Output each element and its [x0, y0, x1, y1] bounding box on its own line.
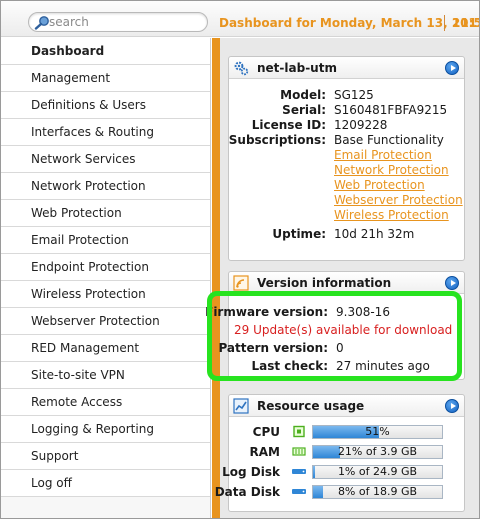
- app-window: Dashboard for Monday, March 13, 2017 11:…: [0, 0, 480, 519]
- log-disk-usage-bar: 1% of 24.9 GB: [312, 465, 443, 479]
- last-check-value: 27 minutes ago: [336, 359, 430, 373]
- resource-panel-header: Resource usage: [229, 395, 464, 417]
- data-disk-usage-bar: 8% of 18.9 GB: [312, 485, 443, 499]
- model-value: SG125: [334, 88, 374, 102]
- sidebar-item-endpoint-protection[interactable]: Endpoint Protection: [1, 254, 210, 281]
- gears-icon: [234, 61, 249, 76]
- cpu-usage-bar: 51%: [312, 425, 443, 439]
- resource-panel: Resource usage CPU 51% RAM 21% of 3.9 GB…: [215, 394, 465, 512]
- pattern-value: 0: [336, 341, 344, 355]
- data-disk-usage-text: 8% of 18.9 GB: [337, 485, 418, 498]
- subscription-link-wireless[interactable]: Wireless Protection: [334, 208, 449, 222]
- firmware-label: Firmware version:: [205, 305, 328, 319]
- license-label: License ID:: [251, 118, 326, 132]
- chart-icon: [233, 398, 249, 414]
- disk-icon: [292, 469, 306, 474]
- pattern-label: Pattern version:: [218, 341, 328, 355]
- sidebar-item-site-to-site-vpn[interactable]: Site-to-site VPN: [1, 362, 210, 389]
- ram-usage-text: 21% of 3.9 GB: [337, 445, 418, 458]
- log-disk-usage-text: 1% of 24.9 GB: [337, 465, 418, 478]
- ram-icon: [292, 447, 306, 456]
- cpu-usage-text: 51%: [365, 425, 390, 438]
- sidebar-item-management[interactable]: Management: [1, 65, 210, 92]
- sidebar-item-web-protection[interactable]: Web Protection: [1, 200, 210, 227]
- serial-value: S160481FBFA9215: [334, 103, 448, 117]
- version-icon: [233, 275, 249, 291]
- sidebar-item-interfaces-routing[interactable]: Interfaces & Routing: [1, 119, 210, 146]
- device-panel-title: net-lab-utm: [257, 61, 337, 75]
- subscription-base: Base Functionality: [334, 133, 444, 147]
- device-panel: net-lab-utm Model: SG125 Serial: S160481FB…: [228, 56, 465, 261]
- sidebar-item-email-protection[interactable]: Email Protection: [1, 227, 210, 254]
- uptime-value: 10d 21h 32m: [334, 227, 415, 241]
- subscription-link-webserver[interactable]: Webserver Protection: [334, 193, 463, 207]
- ram-label: RAM: [249, 445, 280, 459]
- ram-usage-bar: 21% of 3.9 GB: [312, 445, 443, 459]
- cpu-label: CPU: [252, 425, 280, 439]
- sidebar-item-remote-access[interactable]: Remote Access: [1, 389, 210, 416]
- sidebar-item-network-protection[interactable]: Network Protection: [1, 173, 210, 200]
- version-panel: Version information Firmware version: 9.3…: [205, 271, 465, 380]
- sidebar-item-red-management[interactable]: RED Management: [1, 335, 210, 362]
- sidebar-item-network-services[interactable]: Network Services: [1, 146, 210, 173]
- subscription-link-web[interactable]: Web Protection: [334, 178, 425, 192]
- page-title: Dashboard for Monday, March 13, 2017: [219, 16, 480, 30]
- device-panel-header: net-lab-utm: [229, 57, 464, 79]
- sidebar-item-wireless-protection[interactable]: Wireless Protection: [1, 281, 210, 308]
- clock: 11:59: [452, 16, 479, 30]
- firmware-value: 9.308-16: [336, 305, 390, 319]
- resource-panel-arrow-icon[interactable]: [445, 399, 459, 413]
- search-icon: [34, 16, 49, 30]
- title-divider: [444, 15, 445, 31]
- model-label: Model:: [280, 88, 326, 102]
- version-panel-arrow-icon[interactable]: [445, 276, 459, 290]
- search-box[interactable]: [28, 12, 208, 32]
- sidebar-item-definitions-users[interactable]: Definitions & Users: [1, 92, 210, 119]
- resource-row-ram: RAM 21% of 3.9 GB: [229, 442, 464, 462]
- search-input[interactable]: [49, 14, 199, 30]
- sidebar-item-support[interactable]: Support: [1, 443, 210, 470]
- resource-row-cpu: CPU 51%: [229, 422, 464, 442]
- accent-strip: [212, 38, 220, 518]
- cpu-icon: [293, 425, 305, 438]
- disk-icon: [292, 489, 306, 494]
- top-bar: Dashboard for Monday, March 13, 2017 11:…: [1, 1, 480, 37]
- sidebar-item-webserver-protection[interactable]: Webserver Protection: [1, 308, 210, 335]
- subscription-link-email[interactable]: Email Protection: [334, 148, 432, 162]
- device-panel-arrow-icon[interactable]: [445, 61, 459, 75]
- resource-row-log-disk: Log Disk 1% of 24.9 GB: [222, 462, 464, 482]
- sidebar-item-logging-reporting[interactable]: Logging & Reporting: [1, 416, 210, 443]
- subscription-link-network[interactable]: Network Protection: [334, 163, 449, 177]
- serial-label: Serial:: [282, 103, 326, 117]
- log-disk-label: Log Disk: [222, 465, 280, 479]
- sidebar-nav: Dashboard Management Definitions & Users…: [1, 38, 211, 518]
- last-check-label: Last check:: [251, 359, 329, 373]
- license-value: 1209228: [334, 118, 388, 132]
- sidebar-item-dashboard[interactable]: Dashboard: [1, 38, 210, 65]
- data-disk-label: Data Disk: [214, 485, 280, 499]
- updates-available-link[interactable]: 29 Update(s) available for download: [234, 323, 452, 337]
- uptime-label: Uptime:: [272, 227, 326, 241]
- version-panel-header: Version information: [229, 272, 464, 294]
- subscriptions-label: Subscriptions:: [228, 133, 326, 147]
- dashboard-main: net-lab-utm Model: SG125 Serial: S160481FB…: [205, 38, 479, 518]
- version-panel-title: Version information: [257, 276, 392, 290]
- sidebar-item-log-off[interactable]: Log off: [1, 470, 210, 497]
- resource-row-data-disk: Data Disk 8% of 18.9 GB: [215, 482, 464, 502]
- resource-panel-title: Resource usage: [257, 399, 365, 413]
